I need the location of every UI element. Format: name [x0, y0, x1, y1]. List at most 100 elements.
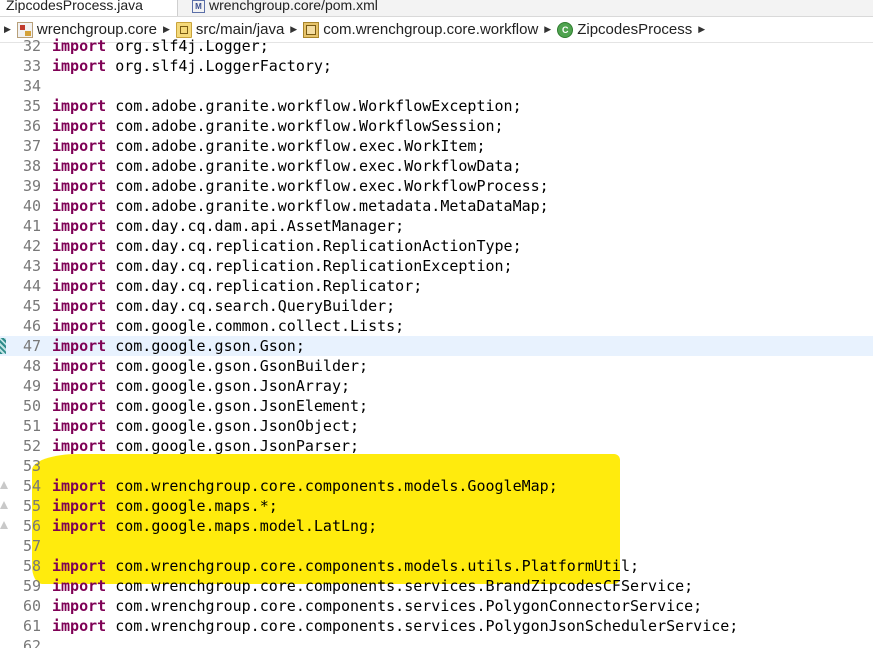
code-text: import com.google.gson.JsonParser; [52, 436, 359, 456]
code-rest: com.day.cq.replication.ReplicationExcept… [106, 257, 513, 275]
code-line[interactable]: 61 import com.wrenchgroup.core.components… [0, 616, 873, 636]
code-line[interactable]: 62 [0, 636, 873, 648]
line-number: 42 [22, 237, 41, 255]
code-line[interactable]: 37 import com.adobe.granite.workflow.exec… [0, 136, 873, 156]
keyword: import [52, 477, 107, 495]
line-number: 55 [22, 497, 41, 515]
code-line[interactable]: 47 import com.google.gson.Gson; [0, 336, 873, 356]
code-text: import com.adobe.granite.workflow.exec.W… [52, 156, 522, 176]
tab-label: wrenchgroup.core/pom.xml [209, 0, 378, 13]
code-line[interactable]: 33 import org.slf4j.LoggerFactory; [0, 56, 873, 76]
code-rest: com.google.gson.JsonElement; [106, 397, 369, 415]
code-line[interactable]: 48 import com.google.gson.GsonBuilder; [0, 356, 873, 376]
code-line[interactable]: 57 [0, 536, 873, 556]
code-line[interactable]: 41 import com.day.cq.dam.api.AssetManager… [0, 216, 873, 236]
keyword: import [52, 257, 107, 275]
code-rest: com.adobe.granite.workflow.exec.WorkItem… [106, 137, 486, 155]
line-number: 60 [22, 597, 41, 615]
code-line[interactable]: 51 import com.google.gson.JsonObject; [0, 416, 873, 436]
code-line[interactable]: 52 import com.google.gson.JsonParser; [0, 436, 873, 456]
keyword: import [52, 38, 107, 55]
line-number: 32 [22, 38, 41, 55]
breadcrumb-item-source-folder[interactable]: src/main/java [175, 21, 285, 38]
code-line[interactable]: 32 import org.slf4j.Logger; [0, 38, 873, 56]
code-line[interactable]: 49 import com.google.gson.JsonArray; [0, 376, 873, 396]
code-line[interactable]: 53 [0, 456, 873, 476]
tab-zipcodes-process-java[interactable]: ZipcodesProcess.java [0, 0, 178, 16]
code-rest: com.google.gson.Gson; [106, 337, 305, 355]
code-text: import org.slf4j.LoggerFactory; [52, 56, 332, 76]
code-line[interactable]: 46 import com.google.common.collect.Lists… [0, 316, 873, 336]
code-line[interactable]: 59 import com.wrenchgroup.core.components… [0, 576, 873, 596]
code-line[interactable]: 42 import com.day.cq.replication.Replicat… [0, 236, 873, 256]
code-rest: com.google.maps.model.LatLng; [106, 517, 378, 535]
line-number: 36 [22, 117, 41, 135]
code-text: import com.google.gson.JsonArray; [52, 376, 350, 396]
breadcrumb-arrow-icon[interactable]: ▶ [4, 24, 11, 35]
line-number: 54 [22, 477, 41, 495]
xml-file-icon: M [192, 0, 205, 13]
keyword: import [52, 337, 107, 355]
code-editor[interactable]: 32 import org.slf4j.Logger; 33 import org.s… [0, 38, 873, 648]
breadcrumb-label: com.wrenchgroup.core.workflow [323, 21, 539, 38]
keyword: import [52, 237, 107, 255]
code-text: import com.google.common.collect.Lists; [52, 316, 404, 336]
breadcrumb-arrow-icon[interactable]: ▶ [290, 24, 297, 35]
code-line[interactable]: 43 import com.day.cq.replication.Replicat… [0, 256, 873, 276]
code-line[interactable]: 60 import com.wrenchgroup.core.components… [0, 596, 873, 616]
code-rest: com.day.cq.dam.api.AssetManager; [106, 217, 405, 235]
breadcrumb-item-package[interactable]: com.wrenchgroup.core.workflow [303, 21, 538, 38]
breadcrumb-arrow-icon[interactable]: ▶ [698, 24, 705, 35]
code-line[interactable]: 56 import com.google.maps.model.LatLng; [0, 516, 873, 536]
line-number: 48 [22, 357, 41, 375]
code-rest: com.google.maps.*; [106, 497, 278, 515]
code-line[interactable]: 55 import com.google.maps.*; [0, 496, 873, 516]
code-line[interactable]: 45 import com.day.cq.search.QueryBuilder; [0, 296, 873, 316]
breadcrumb-item-class[interactable]: ZipcodesProcess [557, 21, 692, 38]
code-rest: com.adobe.granite.workflow.metadata.Meta… [106, 197, 549, 215]
keyword: import [52, 177, 107, 195]
keyword: import [52, 197, 107, 215]
keyword: import [52, 57, 107, 75]
code-text: import com.wrenchgroup.core.components.m… [52, 556, 639, 576]
breadcrumb-label: src/main/java [195, 21, 285, 38]
keyword: import [52, 137, 107, 155]
code-text: import com.adobe.granite.workflow.Workfl… [52, 116, 504, 136]
breadcrumb-item-project[interactable]: wrenchgroup.core [16, 21, 157, 38]
code-text: import com.wrenchgroup.core.components.s… [52, 576, 693, 596]
code-line[interactable]: 34 [0, 76, 873, 96]
code-text: import com.adobe.granite.workflow.Workfl… [52, 96, 522, 116]
code-rest: com.wrenchgroup.core.components.services… [106, 577, 694, 595]
code-text: import com.google.maps.model.LatLng; [52, 516, 377, 536]
project-icon [16, 21, 33, 38]
code-line[interactable]: 36 import com.adobe.granite.workflow.Work… [0, 116, 873, 136]
code-line[interactable]: 54 import com.wrenchgroup.core.components… [0, 476, 873, 496]
code-line[interactable]: 50 import com.google.gson.JsonElement; [0, 396, 873, 416]
code-line[interactable]: 38 import com.adobe.granite.workflow.exec… [0, 156, 873, 176]
code-line[interactable]: 58 import com.wrenchgroup.core.components… [0, 556, 873, 576]
keyword: import [52, 397, 107, 415]
code-rest: com.google.gson.GsonBuilder; [106, 357, 369, 375]
line-number: 62 [22, 637, 41, 648]
line-number: 47 [22, 337, 41, 355]
breadcrumb-arrow-icon[interactable]: ▶ [163, 24, 170, 35]
code-text: import com.day.cq.replication.Replicator… [52, 276, 422, 296]
code-text: import com.google.gson.JsonElement; [52, 396, 368, 416]
code-line[interactable]: 35 import com.adobe.granite.workflow.Work… [0, 96, 873, 116]
line-number: 51 [22, 417, 41, 435]
line-number: 57 [22, 537, 41, 555]
keyword: import [52, 417, 107, 435]
code-text: import com.day.cq.replication.Replicatio… [52, 236, 522, 256]
code-line[interactable]: 44 import com.day.cq.replication.Replicat… [0, 276, 873, 296]
keyword: import [52, 297, 107, 315]
line-number: 50 [22, 397, 41, 415]
code-text: import com.adobe.granite.workflow.exec.W… [52, 176, 549, 196]
code-line[interactable]: 39 import com.adobe.granite.workflow.exec… [0, 176, 873, 196]
code-rest: com.google.common.collect.Lists; [106, 317, 405, 335]
keyword: import [52, 497, 107, 515]
code-line[interactable]: 40 import com.adobe.granite.workflow.meta… [0, 196, 873, 216]
breadcrumb-label: wrenchgroup.core [36, 21, 157, 38]
breadcrumb-arrow-icon[interactable]: ▶ [544, 24, 551, 35]
code-rest: org.slf4j.LoggerFactory; [106, 57, 332, 75]
tab-pom-xml[interactable]: Mwrenchgroup.core/pom.xml [192, 0, 378, 16]
